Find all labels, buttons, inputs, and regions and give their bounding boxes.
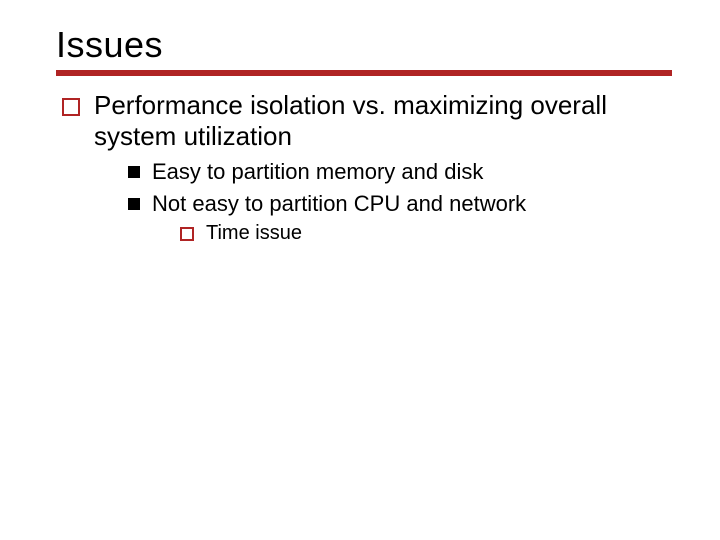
filled-square-icon [128, 198, 140, 210]
bullet-text: Not easy to partition CPU and network [152, 190, 526, 218]
list-item: Not easy to partition CPU and network Ti… [128, 190, 672, 247]
filled-square-icon [128, 166, 140, 178]
title-underline [56, 70, 672, 76]
bullet-text: Performance isolation vs. maximizing ove… [94, 90, 672, 152]
hollow-square-icon [180, 227, 194, 241]
list-item: Easy to partition memory and disk [128, 158, 672, 186]
bullet-text: Easy to partition memory and disk [152, 158, 483, 186]
bullet-list-level1: Performance isolation vs. maximizing ove… [56, 90, 672, 250]
slide-title: Issues [56, 24, 672, 66]
hollow-square-icon [62, 98, 80, 116]
list-item: Performance isolation vs. maximizing ove… [62, 90, 672, 250]
bullet-text: Time issue [206, 221, 302, 246]
slide: Issues Performance isolation vs. maximiz… [0, 0, 720, 250]
list-item: Time issue [180, 221, 526, 246]
bullet-list-level2: Easy to partition memory and disk Not ea… [94, 158, 672, 246]
bullet-list-level3: Time issue [152, 221, 526, 246]
